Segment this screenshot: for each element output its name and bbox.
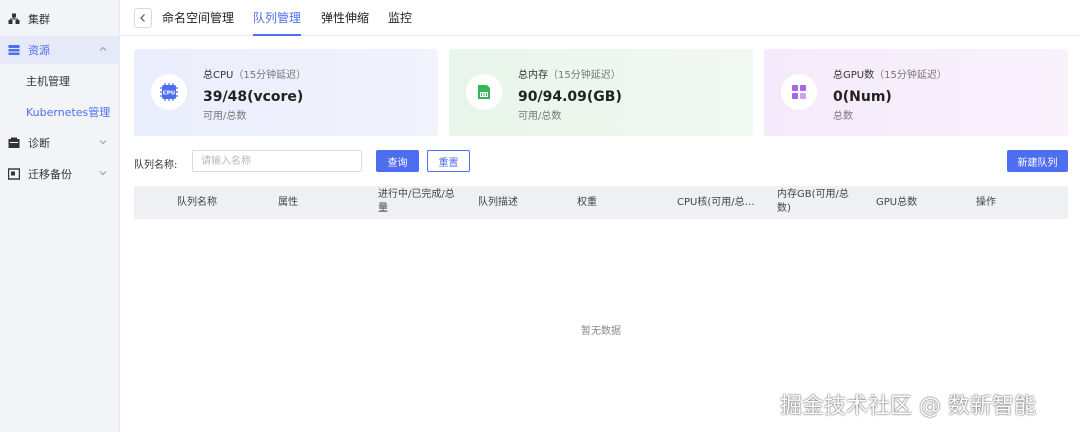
backup-icon [7,168,21,180]
gpu-icon [781,74,817,110]
column-header-weight: 权重 [577,197,597,208]
diagnose-icon [8,137,20,149]
cluster-icon [8,13,20,25]
sidebar-item-kubernetes-management[interactable]: Kubernetes管理 [0,98,120,126]
card-title: 总内存（15分钟延迟） [518,70,621,81]
column-header-actions: 操作 [976,197,996,208]
cpu-icon: CPU [151,74,187,110]
chevron-down-icon [98,137,108,147]
create-queue-button[interactable]: 新建队列 [1007,150,1068,172]
sidebar: 集群 资源 主机管理 Kubernetes管理 诊断 迁移备份 [0,0,120,432]
card-value: 90/94.09(GB) [518,89,622,105]
column-header-queue-name: 队列名称 [177,197,217,208]
sidebar-item-cluster[interactable]: 集群 [0,5,120,33]
card-title: 总CPU（15分钟延迟） [203,70,307,81]
svg-text:CPU: CPU [163,91,176,97]
queue-name-input[interactable] [192,150,362,172]
sidebar-item-label: 资源 [28,44,50,57]
sidebar-item-host-management[interactable]: 主机管理 [0,67,120,95]
card-unit: 可用/总数 [518,111,562,122]
column-header-cpu: CPU核(可用/总… [677,197,755,208]
sidebar-item-label: 迁移备份 [28,168,72,181]
back-button[interactable] [134,8,152,28]
table-header: 队列名称 属性 进行中/已完成/总量 队列描述 权重 CPU核(可用/总… 内存… [134,186,1068,219]
sidebar-item-label: Kubernetes管理 [26,106,111,119]
column-header-gpu: GPU总数 [876,197,918,208]
column-header-attribute: 属性 [278,197,298,208]
sidebar-item-diagnose[interactable]: 诊断 [0,129,120,157]
reset-button[interactable]: 重置 [427,150,470,172]
stat-card-cpu: CPU 总CPU（15分钟延迟） 39/48(vcore) 可用/总数 [134,49,438,136]
card-unit: 可用/总数 [203,111,247,122]
card-unit: 总数 [833,111,853,122]
queue-name-label: 队列名称: [134,160,178,171]
chevron-up-icon [98,44,108,54]
column-header-progress: 进行中/已完成/总量 [378,189,455,214]
resource-icon [8,44,20,56]
tab-bar: 命名空间管理 队列管理 弹性伸缩 监控 [120,0,1080,36]
column-header-description: 队列描述 [478,197,518,208]
empty-state-text: 暂无数据 [581,326,621,337]
watermark: 掘金技术社区 @ 数新智能 [780,394,1036,419]
tab-monitoring[interactable]: 监控 [388,0,412,36]
stat-card-gpu: 总GPU数（15分钟延迟） 0(Num) 总数 [764,49,1068,136]
sidebar-item-resource[interactable]: 资源 [0,36,120,64]
card-value: 39/48(vcore) [203,89,304,105]
tab-autoscaling[interactable]: 弹性伸缩 [321,0,369,36]
memory-icon [466,74,502,110]
sidebar-item-label: 集群 [28,13,50,26]
tab-namespace-management[interactable]: 命名空间管理 [162,0,234,36]
sidebar-item-backup[interactable]: 迁移备份 [0,160,120,188]
tab-queue-management[interactable]: 队列管理 [253,0,302,36]
card-value: 0(Num) [833,89,892,105]
search-button[interactable]: 查询 [376,150,419,172]
column-header-memory: 内存GB(可用/总数) [777,189,849,214]
chevron-left-icon [140,14,145,22]
chevron-down-icon [98,168,108,178]
sidebar-item-label: 主机管理 [26,75,70,88]
card-title: 总GPU数（15分钟延迟） [833,70,947,81]
stat-card-memory: 总内存（15分钟延迟） 90/94.09(GB) 可用/总数 [449,49,753,136]
sidebar-item-label: 诊断 [28,137,50,150]
